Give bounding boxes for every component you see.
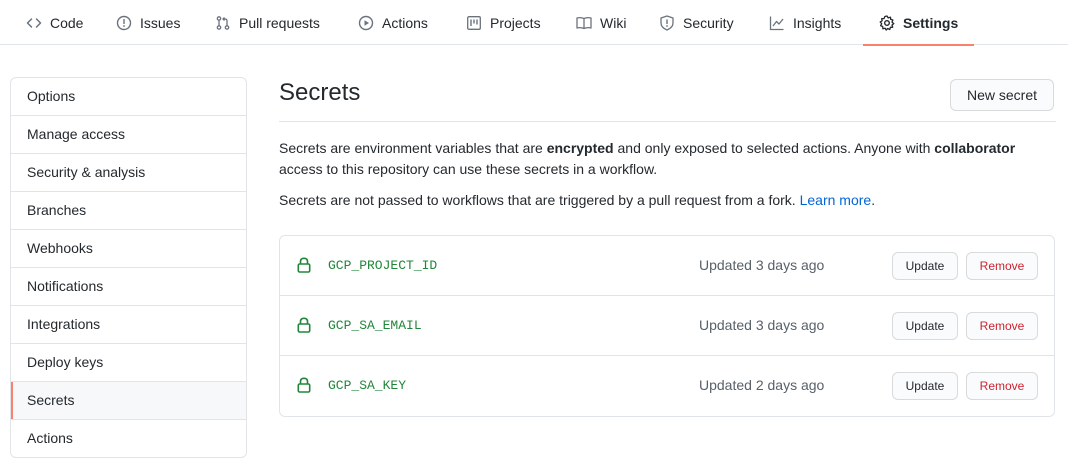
- sidebar-item-manage-access[interactable]: Manage access: [11, 116, 246, 154]
- project-icon: [467, 15, 481, 30]
- desc-emphasis-collaborator: collaborator: [934, 140, 1016, 156]
- lock-icon: [297, 257, 311, 273]
- tab-wiki[interactable]: Wiki: [560, 0, 642, 45]
- code-icon: [26, 17, 42, 28]
- tab-code[interactable]: Code: [10, 0, 99, 45]
- update-secret-button[interactable]: Update: [892, 252, 958, 280]
- secret-row: GCP_PROJECT_ID Updated 3 days ago Update…: [280, 236, 1054, 296]
- secret-name: GCP_SA_KEY: [328, 378, 407, 393]
- sidebar-item-security-analysis[interactable]: Security & analysis: [11, 154, 246, 192]
- shield-icon: [660, 14, 674, 31]
- secret-name: GCP_SA_EMAIL: [328, 318, 422, 333]
- repo-nav: Code Issues Pull requests Actions Projec…: [0, 0, 1068, 46]
- desc-text: .: [871, 192, 876, 208]
- secret-updated: Updated 3 days ago: [699, 317, 825, 333]
- tab-actions[interactable]: Actions: [342, 0, 444, 45]
- tab-label: Security: [683, 14, 734, 31]
- secrets-description: Secrets are environment variables that a…: [279, 138, 1049, 180]
- remove-secret-button[interactable]: Remove: [966, 312, 1038, 340]
- sidebar-item-integrations[interactable]: Integrations: [11, 306, 246, 344]
- secret-name: GCP_PROJECT_ID: [328, 258, 438, 273]
- secret-row: GCP_SA_EMAIL Updated 3 days ago Update R…: [280, 296, 1054, 356]
- new-secret-button[interactable]: New secret: [950, 79, 1054, 111]
- issue-icon: [116, 15, 132, 30]
- desc-text: access to this repository can use these …: [279, 161, 658, 177]
- page-title: Secrets: [279, 79, 361, 106]
- sidebar-item-branches[interactable]: Branches: [11, 192, 246, 230]
- play-icon: [358, 15, 374, 30]
- lock-icon: [297, 377, 311, 393]
- tab-pull-requests[interactable]: Pull requests: [199, 0, 336, 45]
- tab-issues[interactable]: Issues: [100, 0, 196, 45]
- tab-label: Pull requests: [239, 14, 320, 31]
- learn-more-link[interactable]: Learn more: [800, 192, 872, 208]
- tab-security[interactable]: Security: [643, 0, 750, 45]
- sidebar-item-options[interactable]: Options: [11, 78, 246, 116]
- book-icon: [576, 16, 592, 29]
- page-header: Secrets New secret: [279, 76, 1056, 122]
- desc-text: and only exposed to selected actions. An…: [613, 140, 935, 156]
- remove-secret-button[interactable]: Remove: [966, 252, 1038, 280]
- tab-label: Insights: [793, 14, 842, 31]
- tab-label: Code: [50, 14, 84, 31]
- secret-updated: Updated 3 days ago: [699, 257, 825, 273]
- update-secret-button[interactable]: Update: [892, 312, 958, 340]
- pull-request-icon: [216, 15, 230, 30]
- sidebar-item-secrets[interactable]: Secrets: [11, 382, 246, 420]
- secrets-list: GCP_PROJECT_ID Updated 3 days ago Update…: [279, 235, 1055, 417]
- tab-label: Settings: [903, 14, 959, 31]
- remove-secret-button[interactable]: Remove: [966, 372, 1038, 400]
- desc-text: Secrets are not passed to workflows that…: [279, 192, 800, 208]
- tab-insights[interactable]: Insights: [753, 0, 857, 45]
- sidebar-item-webhooks[interactable]: Webhooks: [11, 230, 246, 268]
- sidebar-item-deploy-keys[interactable]: Deploy keys: [11, 344, 246, 382]
- secret-updated: Updated 2 days ago: [699, 377, 825, 393]
- lock-icon: [297, 317, 311, 333]
- graph-icon: [769, 16, 784, 30]
- tab-label: Issues: [140, 14, 181, 31]
- fork-note: Secrets are not passed to workflows that…: [279, 190, 1049, 211]
- desc-text: Secrets are environment variables that a…: [279, 140, 547, 156]
- settings-sidebar: Options Manage access Security & analysi…: [10, 77, 247, 458]
- tab-label: Actions: [382, 14, 428, 31]
- sidebar-item-actions[interactable]: Actions: [11, 420, 246, 457]
- tab-settings[interactable]: Settings: [863, 0, 974, 46]
- tab-label: Wiki: [600, 14, 627, 31]
- tab-projects[interactable]: Projects: [450, 0, 557, 45]
- update-secret-button[interactable]: Update: [892, 372, 958, 400]
- gear-icon: [879, 14, 895, 31]
- secret-row: GCP_SA_KEY Updated 2 days ago Update Rem…: [280, 356, 1054, 416]
- desc-emphasis-encrypted: encrypted: [546, 140, 614, 156]
- tab-label: Projects: [490, 14, 541, 31]
- sidebar-item-notifications[interactable]: Notifications: [11, 268, 246, 306]
